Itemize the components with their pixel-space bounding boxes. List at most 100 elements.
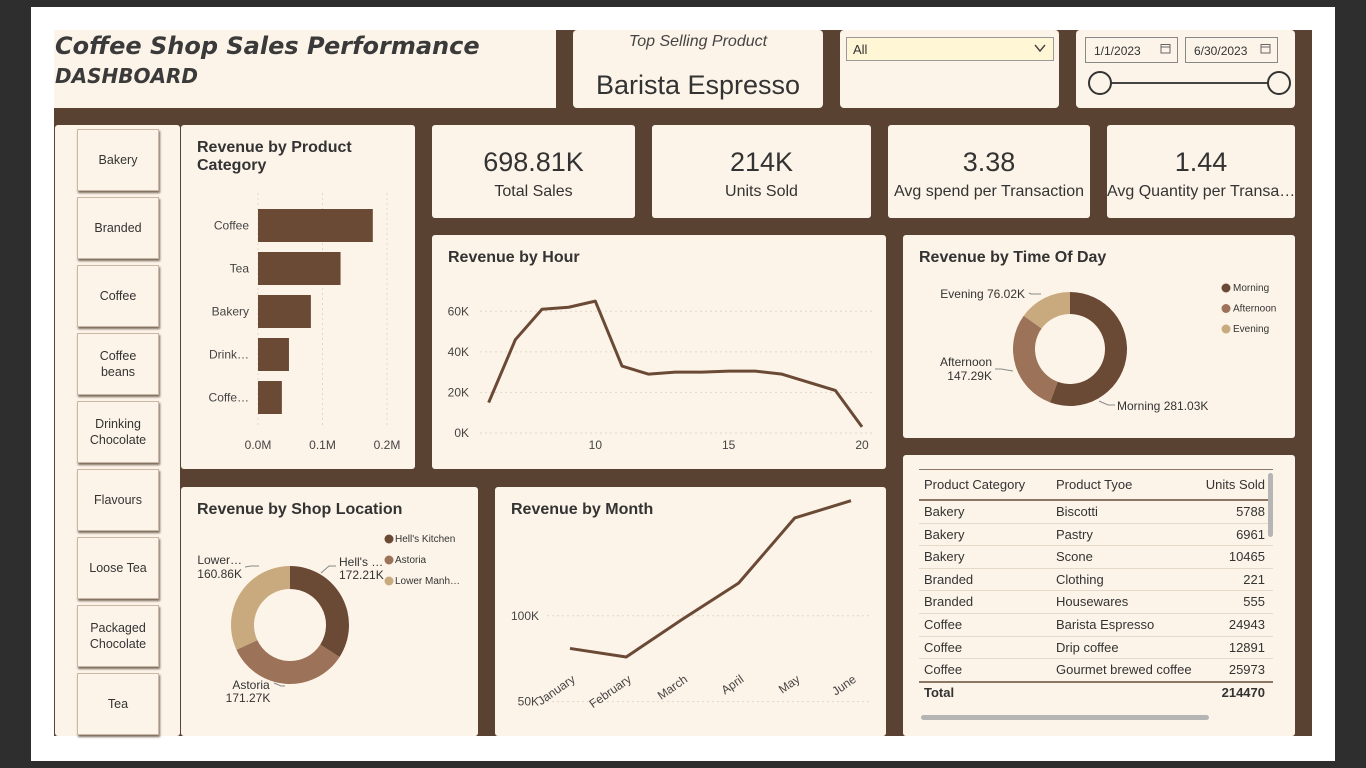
revenue-by-hour-card: Revenue by Hour 0K 20K 40K 60K 10 15 20 xyxy=(432,235,886,469)
legend-marker xyxy=(384,555,394,565)
y-tick-label: 100K xyxy=(511,609,539,623)
top-selling-card: Top Selling Product Barista Espresso xyxy=(573,30,823,108)
bar xyxy=(258,295,311,328)
end-date-input[interactable]: 6/30/2023 xyxy=(1185,37,1278,63)
category-bar-chart: 0.0M 0.1M 0.2M Coffee Tea Bakery Drink… Coffe… xyxy=(209,193,400,452)
calendar-icon[interactable] xyxy=(1160,43,1171,54)
revenue-by-category-card: Revenue by Product Category 0.0M 0.1M 0.2M… xyxy=(181,125,415,469)
calendar-icon[interactable] xyxy=(1260,43,1271,54)
data-label: 147.29K xyxy=(947,369,992,383)
hour-line-chart: 0K 20K 40K 60K 10 15 20 xyxy=(448,299,872,452)
data-label: 160.86K xyxy=(197,567,242,581)
table-cell: Clothing xyxy=(1056,571,1104,587)
date-slider-track[interactable] xyxy=(1100,82,1278,84)
revenue-by-time-card: Revenue by Time Of Day Morning 281.03K Af… xyxy=(903,235,1295,438)
legend-marker xyxy=(384,534,394,544)
column-header[interactable]: Units Sold xyxy=(1206,470,1265,500)
y-tick-label: 20K xyxy=(448,385,469,399)
bar xyxy=(258,209,373,242)
dashboard-title: Coffee Shop Sales Performance xyxy=(55,32,480,60)
x-tick-label: 20 xyxy=(855,438,869,452)
units-table-card: Product Category Product Tyoe Units Sold… xyxy=(903,455,1295,736)
dropdown-value: All xyxy=(853,42,868,57)
slicer-item-label: Loose Tea xyxy=(89,561,147,575)
date-slider-start-handle[interactable] xyxy=(1088,71,1112,95)
table-row[interactable]: Bakery Pastry 6961 xyxy=(919,524,1273,547)
slicer-item-branded[interactable]: Branded xyxy=(77,197,159,259)
category-label: Coffee xyxy=(214,219,249,233)
table-row[interactable]: Coffee Barista Espresso 24943 xyxy=(919,614,1273,637)
leader-line xyxy=(995,368,1014,372)
start-date-input[interactable]: 1/1/2023 xyxy=(1085,37,1178,63)
slicer-item-label: Packaged Chocolate xyxy=(89,621,147,651)
revenue-line xyxy=(487,299,864,428)
slicer-item-drinking-chocolate[interactable]: Drinking Chocolate xyxy=(77,401,159,463)
kpi-total-sales: 698.81K Total Sales xyxy=(432,125,635,218)
kpi-value: 698.81K xyxy=(483,147,584,177)
table-row[interactable]: Branded Clothing 221 xyxy=(919,569,1273,592)
table-cell: 10465 xyxy=(1228,549,1265,565)
table-row[interactable]: Coffee Gourmet brewed coffee 25973 xyxy=(919,659,1273,681)
filter-card: All xyxy=(840,30,1059,108)
kpi-value: 214K xyxy=(729,147,794,177)
kpi-units-sold: 214K Units Sold xyxy=(652,125,871,218)
revenue-line xyxy=(569,499,852,659)
total-label: Total xyxy=(924,685,955,700)
slicer-item-tea[interactable]: Tea xyxy=(77,673,159,735)
start-date-value: 1/1/2023 xyxy=(1094,44,1141,58)
leader-line xyxy=(1028,292,1041,295)
table-row[interactable]: Bakery Biscotti 5788 xyxy=(919,501,1273,524)
kpi-label: Total Sales xyxy=(494,183,573,200)
slicer-item-loose-tea[interactable]: Loose Tea xyxy=(77,537,159,599)
bar xyxy=(258,381,282,414)
legend-label: Astoria xyxy=(395,555,427,566)
slicer-item-flavours[interactable]: Flavours xyxy=(77,469,159,531)
legend-label: Afternoon xyxy=(1233,304,1276,315)
table-row[interactable]: Branded Housewares 555 xyxy=(919,591,1273,614)
table-cell: Bakery xyxy=(924,549,965,565)
table-cell: Scone xyxy=(1056,549,1093,565)
slicer-item-label: Coffee beans xyxy=(99,349,137,379)
kpi-avg-spend: 3.38 Avg spend per Transaction xyxy=(888,125,1090,218)
slicer-item-packaged-chocolate[interactable]: Packaged Chocolate xyxy=(77,605,159,667)
data-label: Evening 76.02K xyxy=(940,287,1025,301)
slicer-item-coffee[interactable]: Coffee xyxy=(77,265,159,327)
table-cell: 221 xyxy=(1243,571,1265,587)
revenue-by-month-card: Revenue by Month 50K 100K January February M… xyxy=(495,487,886,736)
x-tick-label: 0.1M xyxy=(309,438,336,452)
total-value: 214470 xyxy=(1221,685,1265,700)
table-row[interactable]: Bakery Scone 10465 xyxy=(919,546,1273,569)
leader-line xyxy=(244,565,259,568)
kpi-label: Units Sold xyxy=(725,183,798,200)
data-label: Astoria xyxy=(232,678,270,692)
location-donut: Hell's …172.21KAstoria171.27KLower…160.8… xyxy=(197,534,460,705)
column-header[interactable]: Product Category xyxy=(924,470,1025,500)
category-dropdown[interactable]: All xyxy=(846,37,1054,61)
chevron-down-icon xyxy=(1034,44,1046,53)
table-cell: Housewares xyxy=(1056,594,1129,610)
end-date-value: 6/30/2023 xyxy=(1194,44,1248,58)
date-slider-end-handle[interactable] xyxy=(1267,71,1291,95)
slicer-item-label: Bakery xyxy=(98,153,138,167)
table-cell: 6961 xyxy=(1236,526,1265,542)
legend-label: Evening xyxy=(1233,324,1269,335)
horizontal-scrollbar[interactable] xyxy=(921,715,1209,720)
y-tick-label: 0K xyxy=(454,426,469,440)
table-cell: 12891 xyxy=(1228,639,1265,655)
slicer-item-bakery[interactable]: Bakery xyxy=(77,129,159,191)
category-label: Coffe… xyxy=(209,391,249,405)
slicer-item-label: Flavours xyxy=(94,493,142,507)
legend-label: Lower Manh… xyxy=(395,576,460,587)
donut-slice xyxy=(1013,315,1058,403)
table-row[interactable]: Coffee Drip coffee 12891 xyxy=(919,637,1273,660)
x-tick-label: 15 xyxy=(722,438,736,452)
table-cell: Bakery xyxy=(924,504,965,519)
slicer-item-coffee-beans[interactable]: Coffee beans xyxy=(77,333,159,395)
table-header: Product Category Product Tyoe Units Sold xyxy=(919,469,1273,501)
column-header[interactable]: Product Tyoe xyxy=(1056,470,1132,500)
slicer-item-label: Coffee xyxy=(99,289,137,303)
bar xyxy=(258,338,289,371)
vertical-scrollbar[interactable] xyxy=(1268,473,1273,537)
units-table: Product Category Product Tyoe Units Sold… xyxy=(919,469,1273,705)
table-total-row: Total 214470 xyxy=(919,681,1273,705)
